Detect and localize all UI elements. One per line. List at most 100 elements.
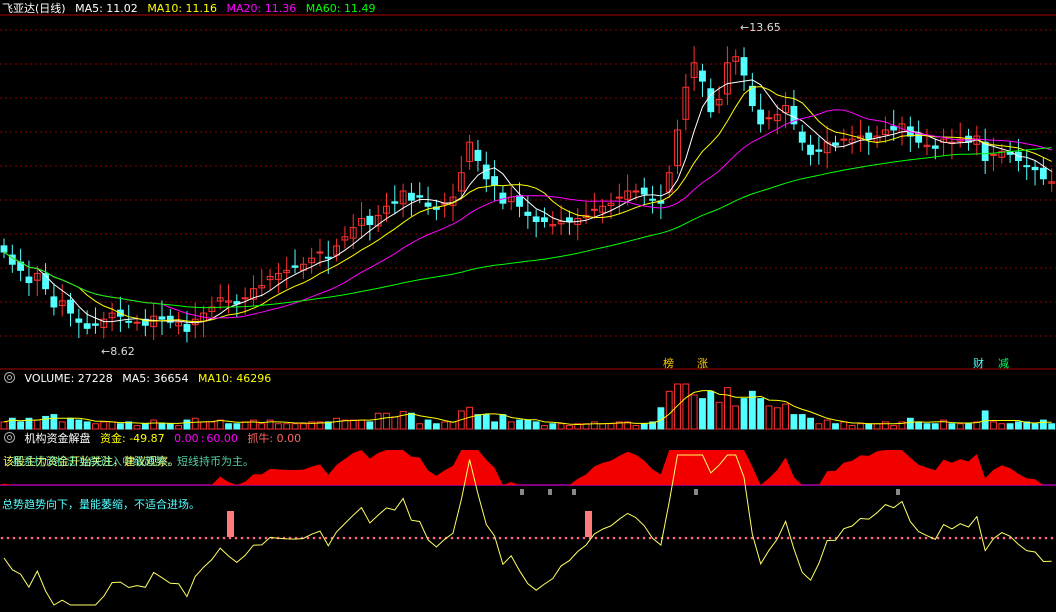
volume-bar: [0, 421, 8, 430]
volume-bar: [632, 425, 640, 430]
threshold-dot: [804, 536, 808, 540]
volume-bar: [832, 423, 839, 430]
threshold-dot: [726, 536, 730, 540]
threshold-dot: [978, 536, 982, 540]
volume-bar: [408, 412, 415, 430]
tag-zhang[interactable]: 涨: [697, 355, 708, 371]
candle-body: [990, 153, 997, 156]
threshold-dot: [462, 536, 466, 540]
threshold-dot: [480, 536, 484, 540]
ma5-value: MA5: 11.02: [75, 2, 138, 15]
threshold-dot: [942, 536, 946, 540]
candle-body: [832, 142, 839, 146]
indicator-header: 机构资金解盘 资金: -49.87 0.00:60.00 抓牛: 0.00: [0, 431, 307, 447]
threshold-dot: [570, 536, 574, 540]
stock-chart[interactable]: [0, 0, 1056, 612]
threshold-dot: [714, 536, 718, 540]
threshold-dot: [528, 536, 532, 540]
threshold-dot: [672, 536, 676, 540]
tag-jian[interactable]: 减: [998, 355, 1009, 371]
threshold-dot: [96, 536, 100, 540]
threshold-dot: [996, 536, 1000, 540]
volume-bar: [432, 423, 440, 430]
volume-bar: [191, 417, 199, 430]
threshold-dot: [984, 536, 988, 540]
candle-body: [524, 211, 532, 216]
tag-cai[interactable]: 财: [973, 355, 984, 371]
threshold-dot: [642, 536, 646, 540]
threshold-dot: [432, 536, 436, 540]
settings-icon[interactable]: [4, 372, 15, 383]
threshold-dot: [696, 536, 700, 540]
volume-bar: [532, 421, 540, 430]
candle-body: [424, 202, 432, 207]
threshold-dot: [876, 536, 880, 540]
ma10-value: MA10: 11.16: [147, 2, 218, 15]
signal-bar: [585, 511, 592, 537]
threshold-dot: [156, 536, 160, 540]
threshold-dot: [780, 536, 784, 540]
volume-bar: [258, 423, 266, 430]
threshold-dot: [912, 536, 916, 540]
candle-body: [615, 196, 623, 199]
threshold-dot: [510, 536, 514, 540]
candle-body: [183, 324, 191, 332]
threshold-dot: [204, 536, 208, 540]
volume-value: VOLUME: 27228: [24, 372, 113, 385]
threshold-dot: [474, 536, 478, 540]
candle-body: [632, 190, 640, 193]
candlesticks: [0, 46, 1056, 343]
threshold-dot: [162, 536, 166, 540]
threshold-dot: [1002, 536, 1006, 540]
volume-bar: [358, 419, 365, 430]
volume-bar: [798, 414, 806, 430]
volume-bar: [590, 421, 598, 430]
volume-bar: [416, 423, 424, 430]
threshold-dot: [732, 536, 736, 540]
threshold-dot: [36, 536, 40, 540]
volume-bar: [391, 416, 399, 430]
volume-bar: [133, 425, 141, 430]
threshold-dot: [840, 536, 844, 540]
threshold-dot: [666, 536, 670, 540]
threshold-dot: [348, 536, 352, 540]
threshold-dot: [186, 536, 190, 540]
candle-body: [50, 296, 58, 308]
high-price-label: ←13.65: [740, 21, 781, 34]
tag-bang[interactable]: 榜: [663, 355, 674, 371]
threshold-dot: [264, 536, 268, 540]
volume-bar: [1039, 419, 1047, 430]
threshold-dot: [240, 536, 244, 540]
volume-bar: [92, 423, 99, 430]
volume-bar: [183, 419, 191, 430]
volume-bar: [757, 398, 765, 430]
volume-bar: [840, 421, 848, 430]
volume-bar: [225, 423, 232, 430]
candle-body: [241, 297, 249, 300]
settings-icon[interactable]: [4, 432, 15, 443]
threshold-dot: [168, 536, 172, 540]
fund-value: 资金: -49.87: [100, 432, 165, 445]
threshold-dot: [438, 536, 442, 540]
threshold-dot: [402, 536, 406, 540]
volume-bar: [807, 417, 814, 430]
volume-bar: [682, 383, 690, 430]
volume-bar: [923, 423, 931, 430]
threshold-dot: [1050, 536, 1054, 540]
threshold-dot: [210, 536, 214, 540]
volume-bar: [723, 387, 731, 430]
threshold-dot: [150, 536, 154, 540]
volume-bar: [424, 419, 432, 430]
volume-bar: [890, 425, 898, 430]
volume-bar: [990, 421, 997, 430]
volume-ma-line: [3, 390, 1052, 426]
threshold-dot: [690, 536, 694, 540]
volume-bar: [815, 423, 823, 430]
volume-bar: [83, 421, 91, 430]
threshold-dot: [522, 536, 526, 540]
threshold-dot: [606, 536, 610, 540]
candle-body: [474, 149, 482, 161]
threshold-dot: [1038, 536, 1042, 540]
candle-body: [408, 192, 415, 201]
threshold-dot: [30, 536, 34, 540]
